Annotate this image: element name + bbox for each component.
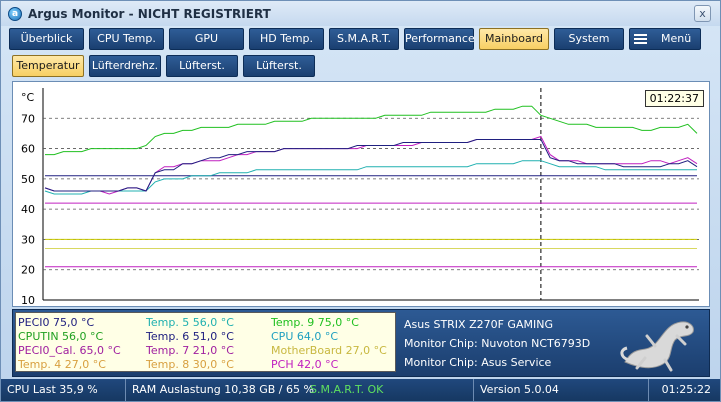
title-bar: a Argus Monitor - NICHT REGISTRIERT x — [1, 1, 720, 26]
tab-menu[interactable]: Menü — [629, 28, 701, 50]
legend-item: CPU 64,0 °C — [271, 330, 339, 343]
clock-status: 01:25:22 — [661, 383, 711, 396]
tab-cpu-temp[interactable]: CPU Temp. — [89, 28, 164, 50]
hamburger-icon — [634, 34, 647, 44]
legend-item: PCH 42,0 °C — [271, 358, 339, 371]
tab-gpu[interactable]: GPU — [169, 28, 244, 50]
legend-item: PECI0 75,0 °C — [18, 316, 95, 329]
argus-logo-icon: a — [8, 6, 22, 21]
tab-menu-label: Menü — [661, 32, 692, 45]
y-tick-label: 30 — [21, 233, 35, 246]
legend-item: Temp. 9 75,0 °C — [271, 316, 359, 329]
series-line-cpu — [44, 160, 697, 195]
legend-item: Temp. 8 30,0 °C — [146, 358, 234, 371]
y-tick-label: 10 — [21, 294, 35, 306]
subtab-temperatur[interactable]: Temperatur — [12, 55, 84, 77]
y-tick-label: 40 — [21, 203, 35, 216]
y-tick-label: 60 — [21, 143, 35, 156]
smart-status: S.M.A.R.T. OK — [304, 379, 474, 401]
legend-item: Temp. 6 51,0 °C — [146, 330, 234, 343]
sub-tab-bar: Temperatur Lüfterdrehz. Lüfterst. Lüfter… — [12, 55, 315, 77]
gecko-logo-icon — [620, 321, 694, 372]
version-status: Version 5.0.04 — [474, 379, 649, 401]
tab-mainboard[interactable]: Mainboard — [479, 28, 549, 50]
series-line-cputin — [45, 105, 698, 156]
legend-item: CPUTIN 56,0 °C — [18, 330, 104, 343]
legend-item: Temp. 5 56,0 °C — [146, 316, 234, 329]
monitor-chip-1: Monitor Chip: Nuvoton NCT6793D — [404, 337, 591, 350]
sensor-legend: PECI0 75,0 °C Temp. 5 56,0 °C Temp. 9 75… — [15, 312, 396, 372]
cpu-load-status: CPU Last 35,9 % — [1, 379, 126, 401]
legend-item: PECI0_Cal. 65,0 °C — [18, 344, 121, 357]
time-marker-label: 01:22:37 — [644, 90, 704, 107]
subtab-luefterst-1[interactable]: Lüfterst. — [166, 55, 238, 77]
monitor-chip-2: Monitor Chip: Asus Service — [404, 356, 552, 369]
subtab-luefterdrehz[interactable]: Lüfterdrehz. — [89, 55, 161, 77]
info-panel: PECI0 75,0 °C Temp. 5 56,0 °C Temp. 9 75… — [12, 309, 710, 377]
subtab-luefterst-2[interactable]: Lüfterst. — [243, 55, 315, 77]
board-name: Asus STRIX Z270F GAMING — [404, 318, 553, 331]
app-window: a Argus Monitor - NICHT REGISTRIERT x Üb… — [0, 0, 721, 402]
tab-performance[interactable]: Performance — [404, 28, 475, 50]
chart-canvas: °C 70 60 50 40 30 20 10 — [21, 88, 699, 306]
main-tab-bar: Überblick CPU Temp. GPU HD Temp. S.M.A.R… — [9, 28, 701, 50]
temperature-chart: °C 70 60 50 40 30 20 10 01:22:37 — [12, 81, 710, 307]
legend-item: Temp. 7 21,0 °C — [146, 344, 234, 357]
tab-hd-temp[interactable]: HD Temp. — [249, 28, 324, 50]
tab-ueberblick[interactable]: Überblick — [9, 28, 84, 50]
tab-system[interactable]: System — [554, 28, 624, 50]
y-tick-label: 50 — [21, 173, 35, 186]
close-button[interactable]: x — [694, 5, 711, 22]
legend-item: Temp. 4 27,0 °C — [18, 358, 106, 371]
window-title: Argus Monitor - NICHT REGISTRIERT — [28, 6, 271, 21]
status-bar: CPU Last 35,9 % RAM Auslastung 10,38 GB … — [1, 379, 720, 401]
y-tick-label: 20 — [21, 264, 35, 277]
y-unit-label: °C — [21, 91, 35, 104]
legend-item: MotherBoard 27,0 °C — [271, 344, 387, 357]
y-tick-label: 70 — [21, 112, 35, 125]
tab-smart[interactable]: S.M.A.R.T. — [329, 28, 399, 50]
ram-usage-status: RAM Auslastung 10,38 GB / 65 % — [132, 383, 314, 396]
series-line-peci0 — [44, 139, 698, 192]
